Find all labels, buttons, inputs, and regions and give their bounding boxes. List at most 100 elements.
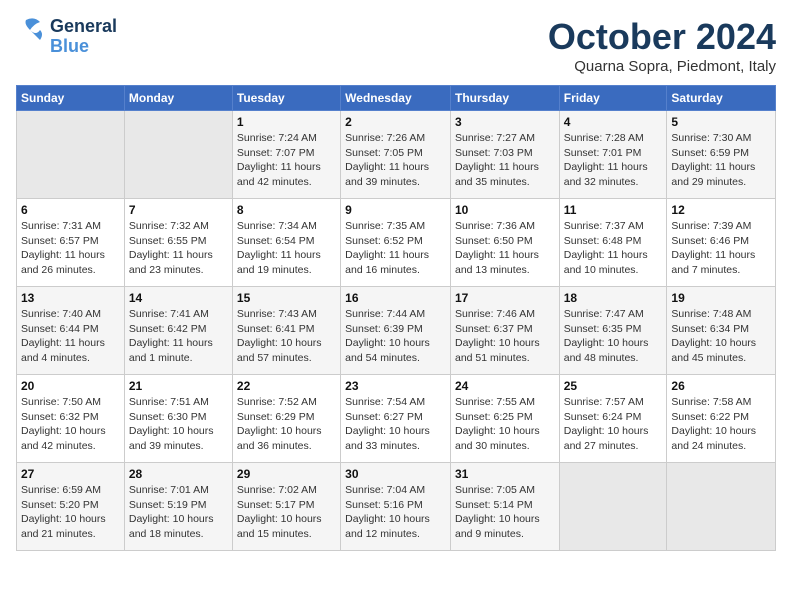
day-info: Sunrise: 7:02 AMSunset: 5:17 PMDaylight:… bbox=[237, 483, 336, 542]
day-number: 24 bbox=[455, 379, 555, 393]
day-number: 1 bbox=[237, 115, 336, 129]
day-number: 22 bbox=[237, 379, 336, 393]
day-info: Sunrise: 7:05 AMSunset: 5:14 PMDaylight:… bbox=[455, 483, 555, 542]
day-info: Sunrise: 7:35 AMSunset: 6:52 PMDaylight:… bbox=[345, 219, 446, 278]
calendar-week-row: 6Sunrise: 7:31 AMSunset: 6:57 PMDaylight… bbox=[17, 199, 776, 287]
day-info: Sunrise: 7:48 AMSunset: 6:34 PMDaylight:… bbox=[671, 307, 771, 366]
calendar-cell: 11 Sunrise: 7:37 AMSunset: 6:48 PMDayligh… bbox=[559, 199, 667, 287]
day-number: 21 bbox=[129, 379, 228, 393]
day-number: 3 bbox=[455, 115, 555, 129]
calendar-week-row: 27 Sunrise: 6:59 AMSunset: 5:20 PMDayligh… bbox=[17, 463, 776, 551]
calendar-week-row: 20 Sunrise: 7:50 AMSunset: 6:32 PMDayligh… bbox=[17, 375, 776, 463]
calendar-cell: 17 Sunrise: 7:46 AMSunset: 6:37 PMDayligh… bbox=[450, 287, 559, 375]
day-number: 12 bbox=[671, 203, 771, 217]
weekday-header-thursday: Thursday bbox=[450, 86, 559, 111]
day-number: 16 bbox=[345, 291, 446, 305]
weekday-header-friday: Friday bbox=[559, 86, 667, 111]
calendar-cell: 28 Sunrise: 7:01 AMSunset: 5:19 PMDayligh… bbox=[124, 463, 232, 551]
day-number: 30 bbox=[345, 467, 446, 481]
day-number: 31 bbox=[455, 467, 555, 481]
calendar-body: 1 Sunrise: 7:24 AMSunset: 7:07 PMDaylight… bbox=[17, 111, 776, 551]
day-info: Sunrise: 7:24 AMSunset: 7:07 PMDaylight:… bbox=[237, 131, 336, 190]
day-info: Sunrise: 7:58 AMSunset: 6:22 PMDaylight:… bbox=[671, 395, 771, 454]
day-number: 20 bbox=[21, 379, 120, 393]
location-subtitle: Quarna Sopra, Piedmont, Italy bbox=[548, 58, 776, 75]
logo-text-container: General Blue bbox=[50, 17, 117, 57]
calendar-cell: 9 Sunrise: 7:35 AMSunset: 6:52 PMDaylight… bbox=[341, 199, 451, 287]
calendar-cell bbox=[667, 463, 776, 551]
day-number: 11 bbox=[564, 203, 663, 217]
day-info: Sunrise: 7:54 AMSunset: 6:27 PMDaylight:… bbox=[345, 395, 446, 454]
day-info: Sunrise: 7:46 AMSunset: 6:37 PMDaylight:… bbox=[455, 307, 555, 366]
day-info: Sunrise: 7:41 AMSunset: 6:42 PMDaylight:… bbox=[129, 307, 228, 366]
day-number: 5 bbox=[671, 115, 771, 129]
day-number: 25 bbox=[564, 379, 663, 393]
day-number: 9 bbox=[345, 203, 446, 217]
bird-svg bbox=[16, 16, 46, 52]
day-info: Sunrise: 7:30 AMSunset: 6:59 PMDaylight:… bbox=[671, 131, 771, 190]
day-number: 19 bbox=[671, 291, 771, 305]
calendar-cell: 6Sunrise: 7:31 AMSunset: 6:57 PMDaylight… bbox=[17, 199, 125, 287]
day-number: 15 bbox=[237, 291, 336, 305]
weekday-header-sunday: Sunday bbox=[17, 86, 125, 111]
calendar-cell: 26Sunrise: 7:58 AMSunset: 6:22 PMDayligh… bbox=[667, 375, 776, 463]
calendar-cell: 13 Sunrise: 7:40 AMSunset: 6:44 PMDayligh… bbox=[17, 287, 125, 375]
day-info: Sunrise: 7:04 AMSunset: 5:16 PMDaylight:… bbox=[345, 483, 446, 542]
logo: General Blue bbox=[16, 16, 117, 57]
calendar-cell: 29Sunrise: 7:02 AMSunset: 5:17 PMDayligh… bbox=[232, 463, 340, 551]
day-info: Sunrise: 6:59 AMSunset: 5:20 PMDaylight:… bbox=[21, 483, 120, 542]
day-number: 4 bbox=[564, 115, 663, 129]
day-number: 10 bbox=[455, 203, 555, 217]
logo-bird-icon bbox=[16, 16, 46, 57]
calendar-cell: 31 Sunrise: 7:05 AMSunset: 5:14 PMDayligh… bbox=[450, 463, 559, 551]
logo-container: General Blue bbox=[16, 16, 117, 57]
logo-general-text: General bbox=[50, 17, 117, 37]
day-info: Sunrise: 7:34 AMSunset: 6:54 PMDaylight:… bbox=[237, 219, 336, 278]
weekday-header-monday: Monday bbox=[124, 86, 232, 111]
day-number: 17 bbox=[455, 291, 555, 305]
day-info: Sunrise: 7:52 AMSunset: 6:29 PMDaylight:… bbox=[237, 395, 336, 454]
calendar-cell: 22 Sunrise: 7:52 AMSunset: 6:29 PMDayligh… bbox=[232, 375, 340, 463]
day-info: Sunrise: 7:39 AMSunset: 6:46 PMDaylight:… bbox=[671, 219, 771, 278]
calendar-cell: 3Sunrise: 7:27 AMSunset: 7:03 PMDaylight… bbox=[450, 111, 559, 199]
day-number: 28 bbox=[129, 467, 228, 481]
calendar-cell: 16 Sunrise: 7:44 AMSunset: 6:39 PMDayligh… bbox=[341, 287, 451, 375]
weekday-header-saturday: Saturday bbox=[667, 86, 776, 111]
day-info: Sunrise: 7:43 AMSunset: 6:41 PMDaylight:… bbox=[237, 307, 336, 366]
calendar-cell: 24Sunrise: 7:55 AMSunset: 6:25 PMDayligh… bbox=[450, 375, 559, 463]
day-number: 13 bbox=[21, 291, 120, 305]
day-number: 27 bbox=[21, 467, 120, 481]
calendar-cell: 1 Sunrise: 7:24 AMSunset: 7:07 PMDaylight… bbox=[232, 111, 340, 199]
day-number: 7 bbox=[129, 203, 228, 217]
day-info: Sunrise: 7:51 AMSunset: 6:30 PMDaylight:… bbox=[129, 395, 228, 454]
logo-blue-text: Blue bbox=[50, 37, 117, 57]
day-number: 23 bbox=[345, 379, 446, 393]
calendar-cell: 8Sunrise: 7:34 AMSunset: 6:54 PMDaylight… bbox=[232, 199, 340, 287]
weekday-header-tuesday: Tuesday bbox=[232, 86, 340, 111]
calendar-cell: 4Sunrise: 7:28 AMSunset: 7:01 PMDaylight… bbox=[559, 111, 667, 199]
day-info: Sunrise: 7:36 AMSunset: 6:50 PMDaylight:… bbox=[455, 219, 555, 278]
calendar-week-row: 13 Sunrise: 7:40 AMSunset: 6:44 PMDayligh… bbox=[17, 287, 776, 375]
day-number: 18 bbox=[564, 291, 663, 305]
calendar-cell: 10 Sunrise: 7:36 AMSunset: 6:50 PMDayligh… bbox=[450, 199, 559, 287]
weekday-header-wednesday: Wednesday bbox=[341, 86, 451, 111]
calendar-cell bbox=[17, 111, 125, 199]
calendar-cell: 19 Sunrise: 7:48 AMSunset: 6:34 PMDayligh… bbox=[667, 287, 776, 375]
day-number: 14 bbox=[129, 291, 228, 305]
day-info: Sunrise: 7:37 AMSunset: 6:48 PMDaylight:… bbox=[564, 219, 663, 278]
page-header: General Blue October 2024 Quarna Sopra, … bbox=[16, 16, 776, 75]
title-block: October 2024 Quarna Sopra, Piedmont, Ita… bbox=[548, 16, 776, 75]
day-number: 2 bbox=[345, 115, 446, 129]
day-info: Sunrise: 7:40 AMSunset: 6:44 PMDaylight:… bbox=[21, 307, 120, 366]
day-info: Sunrise: 7:31 AMSunset: 6:57 PMDaylight:… bbox=[21, 219, 120, 278]
calendar-cell: 30 Sunrise: 7:04 AMSunset: 5:16 PMDayligh… bbox=[341, 463, 451, 551]
day-info: Sunrise: 7:01 AMSunset: 5:19 PMDaylight:… bbox=[129, 483, 228, 542]
day-info: Sunrise: 7:47 AMSunset: 6:35 PMDaylight:… bbox=[564, 307, 663, 366]
calendar-cell: 12 Sunrise: 7:39 AMSunset: 6:46 PMDayligh… bbox=[667, 199, 776, 287]
calendar-cell: 14 Sunrise: 7:41 AMSunset: 6:42 PMDayligh… bbox=[124, 287, 232, 375]
calendar-cell: 25Sunrise: 7:57 AMSunset: 6:24 PMDayligh… bbox=[559, 375, 667, 463]
calendar-cell: 20 Sunrise: 7:50 AMSunset: 6:32 PMDayligh… bbox=[17, 375, 125, 463]
day-info: Sunrise: 7:44 AMSunset: 6:39 PMDaylight:… bbox=[345, 307, 446, 366]
calendar-cell: 21 Sunrise: 7:51 AMSunset: 6:30 PMDayligh… bbox=[124, 375, 232, 463]
day-info: Sunrise: 7:50 AMSunset: 6:32 PMDaylight:… bbox=[21, 395, 120, 454]
